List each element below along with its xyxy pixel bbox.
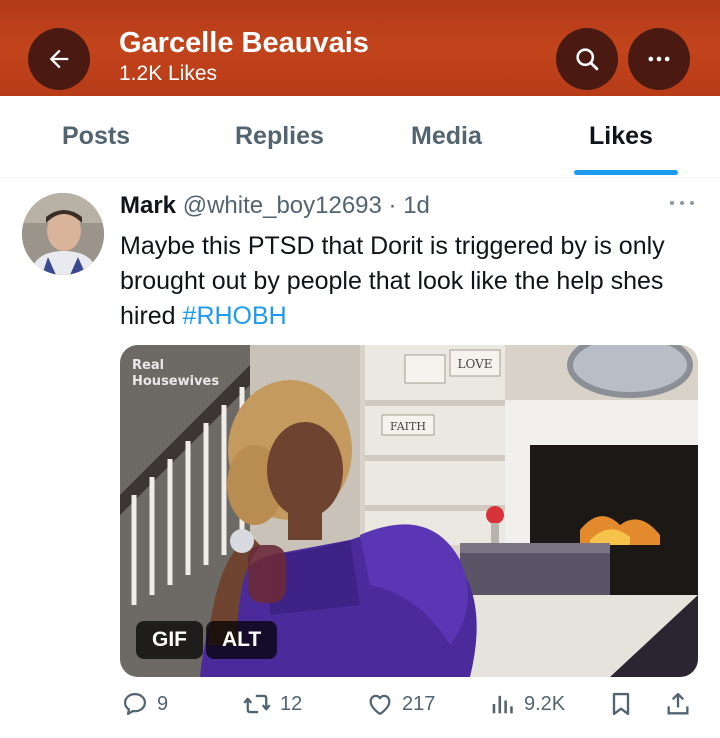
avatar-image: [22, 193, 104, 275]
tweet-more-button[interactable]: [668, 196, 696, 214]
share-icon: [667, 692, 689, 715]
show-logo-line2: Housewives: [132, 374, 219, 389]
repost-icon: [243, 694, 271, 714]
tab-likes[interactable]: Likes: [589, 122, 653, 151]
tweet-media[interactable]: LOVE FAITH Real Housewives GIF ALT: [120, 345, 698, 677]
reply-button[interactable]: 9: [121, 690, 168, 718]
tab-replies[interactable]: Replies: [235, 122, 324, 151]
author-handle[interactable]: @white_boy12693: [183, 192, 382, 219]
tweet-actions: 9 12 217 9.2K: [0, 690, 720, 730]
repost-count: 12: [280, 692, 303, 715]
search-button[interactable]: [556, 28, 618, 90]
sign-love: LOVE: [457, 357, 492, 371]
arrow-left-icon: [49, 49, 69, 69]
profile-name: Garcelle Beauvais: [119, 27, 369, 59]
profile-header: Garcelle Beauvais 1.2K Likes: [0, 0, 720, 96]
tweet-text: Maybe this PTSD that Dorit is triggered …: [120, 229, 700, 334]
analytics-icon: [492, 695, 513, 714]
author-name[interactable]: Mark: [120, 192, 176, 219]
tab-media[interactable]: Media: [411, 122, 482, 151]
active-tab-indicator: [574, 170, 678, 175]
views-button[interactable]: 9.2K: [488, 690, 565, 718]
show-logo-line1: Real: [132, 358, 164, 373]
search-icon: [576, 48, 599, 71]
bookmark-icon: [612, 692, 630, 716]
tweet-header: Mark @white_boy12693 · 1d: [120, 192, 430, 220]
gif-badge: GIF: [136, 621, 203, 659]
heart-icon: [369, 694, 391, 716]
view-count: 9.2K: [524, 692, 566, 715]
repost-button[interactable]: 12: [242, 690, 302, 718]
bookmark-button[interactable]: [607, 690, 635, 718]
profile-tabs: Posts Replies Media Likes: [0, 96, 720, 178]
like-button[interactable]: 217: [366, 690, 435, 718]
likes-count: 1.2K Likes: [119, 62, 218, 85]
share-button[interactable]: [664, 690, 692, 718]
reply-icon: [123, 692, 147, 716]
alt-text-button[interactable]: ALT: [206, 621, 278, 659]
reply-count: 9: [157, 692, 169, 715]
tab-posts[interactable]: Posts: [62, 122, 130, 151]
tweet-time: · 1d: [388, 192, 430, 219]
avatar[interactable]: [22, 193, 104, 275]
like-count: 217: [402, 692, 436, 715]
more-horizontal-icon: [648, 56, 670, 62]
back-button[interactable]: [28, 28, 90, 90]
more-horizontal-icon: [670, 201, 694, 205]
more-button[interactable]: [628, 28, 690, 90]
hashtag-link[interactable]: #RHOBH: [183, 302, 287, 330]
sign-faith: FAITH: [390, 420, 426, 433]
